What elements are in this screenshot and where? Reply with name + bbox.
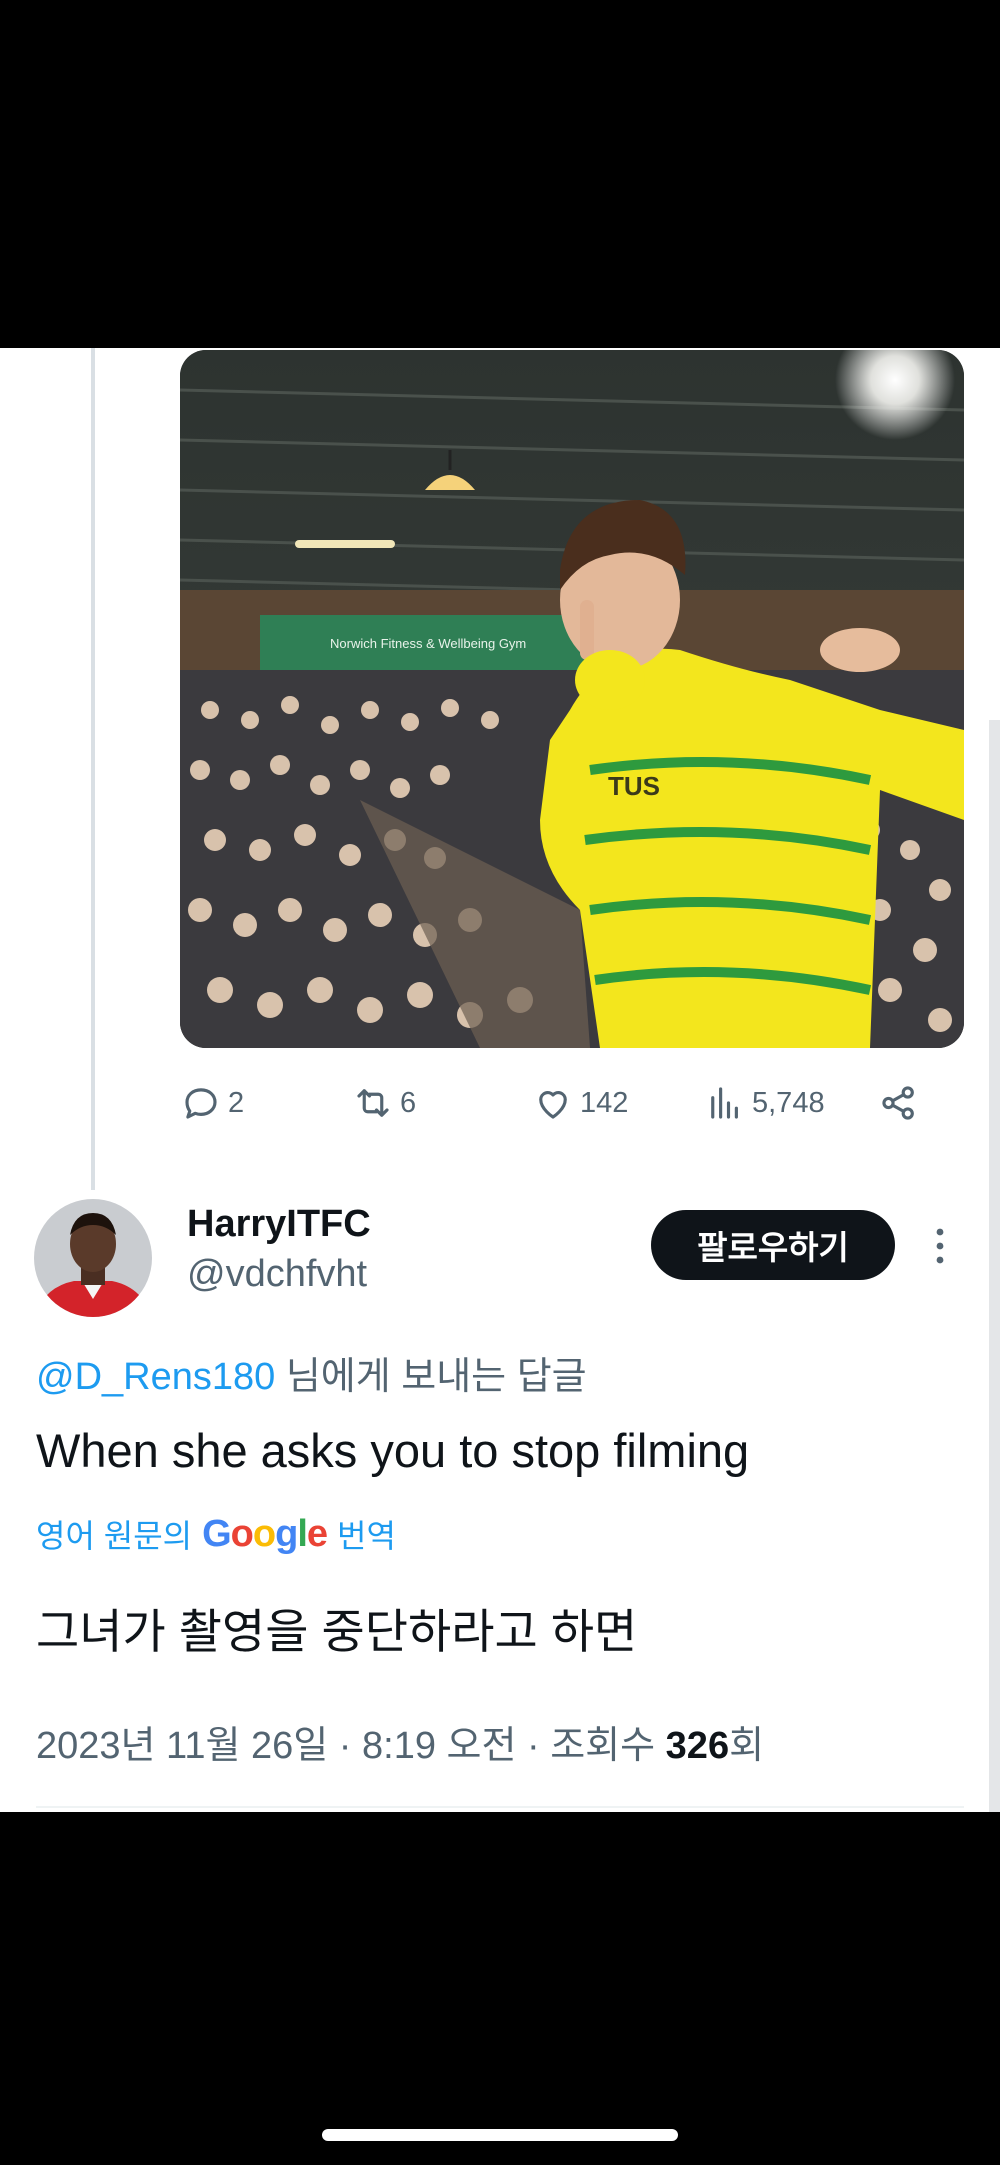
translate-prefix: 영어 원문의 (36, 1518, 193, 1554)
display-name[interactable]: HarryITFC (187, 1203, 371, 1246)
tweet-timestamp[interactable]: 2023년 11월 26일 · 8:19 오전 · 조회수 (36, 1725, 655, 1767)
reply-button[interactable]: 2 (180, 1078, 244, 1128)
tweet-content-area: Norwich Fitness & Wellbeing Gym TUS 2 6 … (0, 348, 1000, 1812)
tweet-media-image[interactable]: Norwich Fitness & Wellbeing Gym TUS (180, 350, 964, 1048)
tweet-action-bar: 2 6 142 5,748 (180, 1078, 970, 1128)
shirt-sponsor-text: TUS (608, 771, 660, 801)
reply-count: 2 (228, 1086, 245, 1119)
divider (36, 1806, 964, 1808)
google-logo: Google (202, 1512, 328, 1555)
repost-icon (357, 1089, 389, 1117)
home-indicator[interactable] (322, 2129, 678, 2141)
user-handle[interactable]: @vdchfvht (187, 1253, 367, 1296)
top-letterbox (0, 0, 1000, 348)
thread-connector-line (91, 348, 95, 1190)
reply-context: @D_Rens180 님에게 보내는 답글 (36, 1345, 587, 1400)
follow-button[interactable]: 팔로우하기 (651, 1210, 895, 1280)
like-count: 142 (580, 1086, 629, 1119)
repost-button[interactable]: 6 (352, 1078, 416, 1128)
stadium-banner-text: Norwich Fitness & Wellbeing Gym (330, 636, 526, 651)
translate-suffix: 번역 (337, 1518, 396, 1554)
translate-link[interactable]: 영어 원문의 Google 번역 (36, 1511, 396, 1557)
views-icon (711, 1087, 738, 1119)
reply-context-suffix: 님에게 보내는 답글 (285, 1356, 587, 1398)
view-count-suffix: 회 (729, 1725, 765, 1767)
tweet-text: When she asks you to stop filming (36, 1424, 750, 1477)
reply-mention-link[interactable]: @D_Rens180 (36, 1356, 275, 1398)
scrollbar[interactable] (989, 720, 1000, 1812)
repost-count: 6 (400, 1086, 417, 1119)
bottom-letterbox (0, 1812, 1000, 2165)
share-icon (882, 1086, 914, 1120)
reply-icon (185, 1088, 217, 1119)
translated-text: 그녀가 촬영을 중단하라고 하면 (36, 1605, 638, 1658)
like-icon (539, 1091, 567, 1119)
views-count: 5,748 (752, 1086, 825, 1119)
avatar[interactable] (34, 1199, 152, 1317)
share-button[interactable] (878, 1078, 926, 1128)
avatar-photo (34, 1199, 152, 1317)
view-count: 326 (665, 1725, 730, 1767)
views-button[interactable]: 5,748 (704, 1078, 825, 1128)
more-icon[interactable] (929, 1226, 951, 1266)
football-celebration-photo: Norwich Fitness & Wellbeing Gym TUS (180, 350, 964, 1048)
like-button[interactable]: 142 (532, 1078, 628, 1128)
tweet-meta: 2023년 11월 26일 · 8:19 오전 · 조회수 326회 (36, 1714, 764, 1769)
